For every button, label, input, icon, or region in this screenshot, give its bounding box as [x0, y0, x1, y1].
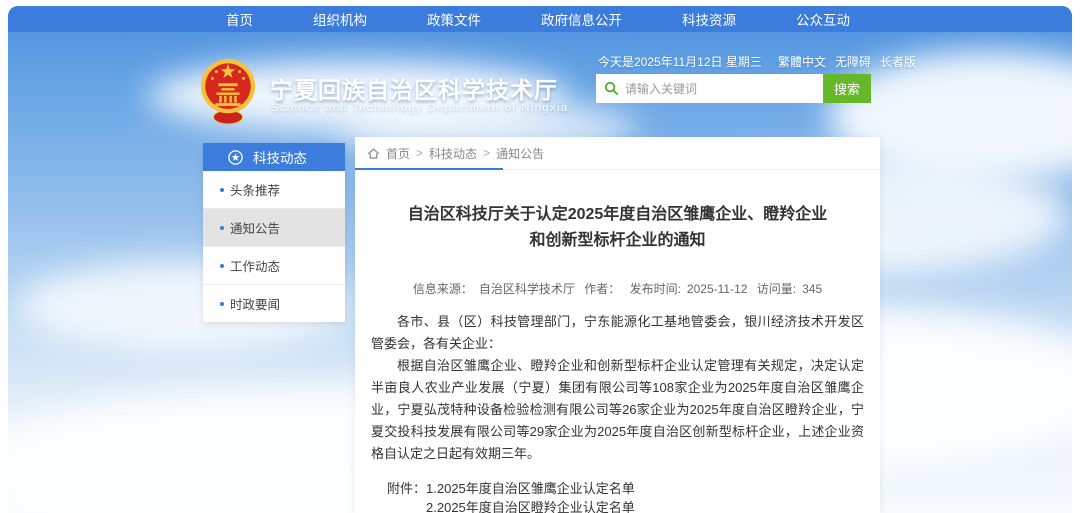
meta-views-label: 访问量:	[757, 282, 796, 296]
sidebar-item-label: 通知公告	[230, 218, 280, 237]
bullet-dot-icon	[220, 226, 224, 230]
traditional-chinese-link[interactable]: 繁體中文	[778, 53, 826, 70]
meta-views-value: 345	[802, 282, 822, 296]
search-input[interactable]	[619, 82, 823, 96]
sidebar-header: 科技动态	[203, 143, 345, 171]
article-title-line1: 自治区科技厅关于认定2025年度自治区雏鹰企业、瞪羚企业	[355, 202, 880, 228]
attachments-block: 附件： 1.2025年度自治区雏鹰企业认定名单 2.2025年度自治区瞪羚企业认…	[387, 479, 880, 513]
article-title: 自治区科技厅关于认定2025年度自治区雏鹰企业、瞪羚企业 和创新型标杆企业的通知	[355, 202, 880, 254]
article-paragraph: 各市、县（区）科技管理部门，宁东能源化工基地管委会，银川经济技术开发区管委会，各…	[371, 311, 864, 355]
breadcrumb: 首页 > 科技动态 > 通知公告	[355, 137, 880, 170]
site-title: 宁夏回族自治区科学技术厅	[270, 71, 558, 105]
bullet-dot-icon	[220, 188, 224, 192]
bullet-dot-icon	[220, 264, 224, 268]
sidebar-title: 科技动态	[253, 147, 307, 167]
nav-item-tech-resources[interactable]: 科技资源	[674, 9, 744, 29]
article-title-line2: 和创新型标杆企业的通知	[355, 228, 880, 254]
breadcrumb-notices[interactable]: 通知公告	[496, 145, 544, 162]
meta-publish-date: 2025-11-12	[687, 282, 748, 296]
nav-item-gov-info-disclosure[interactable]: 政府信息公开	[533, 9, 630, 29]
search-icon	[604, 81, 619, 96]
home-icon	[367, 147, 380, 160]
current-date-text: 今天是2025年11月12日 星期三	[598, 53, 762, 70]
article-meta: 信息来源： 自治区科学技术厅 作者： 发布时间: 2025-11-12 访问量: 34…	[355, 280, 880, 297]
bullet-dot-icon	[220, 302, 224, 306]
attachments-label: 附件：	[387, 479, 426, 513]
sidebar-item-headlines[interactable]: 头条推荐	[203, 171, 345, 208]
top-navigation: 首页 组织机构 政策文件 政府信息公开 科技资源 公众互动	[8, 6, 1072, 32]
nav-item-public-interaction[interactable]: 公众互动	[788, 9, 858, 29]
meta-source-value: 自治区科学技术厅	[479, 282, 575, 296]
breadcrumb-home[interactable]: 首页	[386, 145, 410, 162]
breadcrumb-tech-updates[interactable]: 科技动态	[429, 145, 477, 162]
main-content-panel: 首页 > 科技动态 > 通知公告 自治区科技厅关于认定2025年度自治区雏鹰企业…	[355, 137, 880, 513]
meta-source-label: 信息来源：	[413, 282, 473, 296]
header-quick-links: 繁體中文 无障碍 长者版	[778, 53, 916, 70]
sidebar-item-political-news[interactable]: 时政要闻	[203, 284, 345, 322]
sidebar-item-label: 头条推荐	[230, 180, 280, 199]
sidebar-item-notices[interactable]: 通知公告	[203, 208, 345, 246]
sidebar-item-label: 工作动态	[230, 256, 280, 275]
accessibility-link[interactable]: 无障碍	[835, 53, 871, 70]
search-bar: 搜索	[596, 74, 871, 103]
attachments-list: 1.2025年度自治区雏鹰企业认定名单 2.2025年度自治区瞪羚企业认定名单 …	[426, 479, 674, 513]
search-button[interactable]: 搜索	[823, 74, 871, 103]
page: 首页 组织机构 政策文件 政府信息公开 科技资源 公众互动 宁夏回族自治区科学技…	[0, 0, 1080, 513]
elder-version-link[interactable]: 长者版	[880, 53, 916, 70]
meta-publish-label: 发布时间:	[630, 282, 681, 296]
breadcrumb-separator: >	[416, 146, 423, 160]
site-subtitle-english: Science and Technology Department of Nin…	[271, 102, 569, 114]
article-body: 各市、县（区）科技管理部门，宁东能源化工基地管委会，银川经济技术开发区管委会，各…	[371, 311, 864, 465]
sidebar-item-work-updates[interactable]: 工作动态	[203, 246, 345, 284]
breadcrumb-separator: >	[483, 146, 490, 160]
nav-item-home[interactable]: 首页	[218, 9, 261, 29]
attachment-link-2[interactable]: 2.2025年度自治区瞪羚企业认定名单	[426, 498, 674, 513]
meta-author-label: 作者：	[584, 282, 620, 296]
article-paragraph: 根据自治区雏鹰企业、瞪羚企业和创新型标杆企业认定管理有关规定，决定认定半亩良人农…	[371, 355, 864, 465]
nav-item-policy-documents[interactable]: 政策文件	[419, 9, 489, 29]
star-circle-icon	[227, 149, 244, 166]
nav-item-organization[interactable]: 组织机构	[305, 9, 375, 29]
sidebar: 科技动态 头条推荐 通知公告 工作动态 时政要闻	[203, 143, 345, 322]
sidebar-item-label: 时政要闻	[230, 294, 280, 313]
national-emblem-logo	[197, 56, 259, 126]
attachment-link-1[interactable]: 1.2025年度自治区雏鹰企业认定名单	[426, 479, 674, 498]
